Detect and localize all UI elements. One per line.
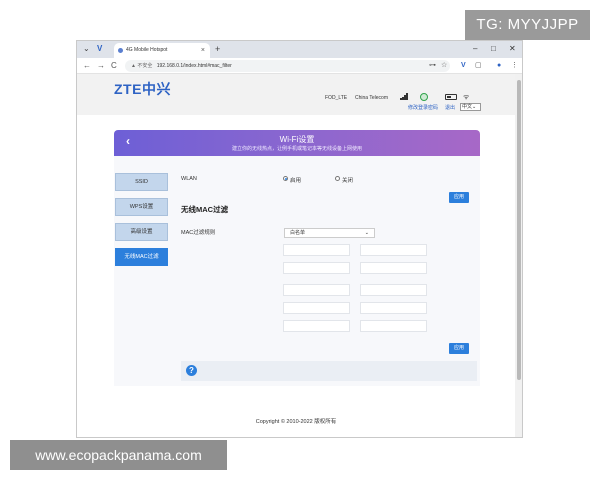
help-bar: ? (181, 361, 477, 381)
mac-address-input[interactable] (283, 262, 350, 274)
wlan-apply-button[interactable]: 应用 (449, 192, 469, 203)
extensions-puzzle-icon[interactable]: ▢ (475, 60, 482, 72)
insecure-warning[interactable]: ▲ 不安全 (131, 63, 152, 69)
page-subtitle: 建立你的无线热点，让例手机或笔记本等无线设备上网使用 (231, 146, 362, 152)
menu-item-advanced[interactable]: 高级设置 (115, 223, 168, 241)
key-icon[interactable]: ⊶ (429, 60, 436, 72)
reload-button[interactable]: C (111, 60, 117, 72)
mac-filter-rule-select[interactable]: 白名单 ⌄ (284, 228, 375, 238)
mac-filter-apply-button[interactable]: 应用 (449, 343, 469, 354)
page-viewport: ZTE中兴 FOD_LTE China Telecom ᯤ 修改登录密码 退出 … (77, 74, 515, 437)
tab-router[interactable]: 4G Mobile Hotspot × (114, 43, 210, 58)
wifi-settings-banner: ‹ Wi-Fi设置 建立你的无线热点，让例手机或笔记本等无线设备上网使用 (114, 130, 480, 156)
vpn-extension-icon[interactable]: V (97, 43, 102, 55)
mac-address-input[interactable] (360, 262, 427, 274)
url-input[interactable]: ▲ 不安全 192.168.0.1/index.html#mac_filter (125, 60, 450, 72)
tab-title: 4G Mobile Hotspot (126, 47, 168, 53)
wlan-enable-label[interactable]: 启用 (290, 176, 301, 184)
favicon-icon (118, 48, 123, 53)
url-text: 192.168.0.1/index.html#mac_filter (156, 63, 232, 69)
browser-window: ⌄ V 4G Mobile Hotspot × + – □ ✕ ← → C ▲ … (76, 40, 523, 438)
back-button[interactable]: ← (83, 60, 91, 72)
close-window-button[interactable]: ✕ (509, 43, 516, 55)
internet-globe-icon (420, 93, 428, 101)
wifi-icon: ᯤ (463, 94, 470, 101)
menu-item-mac-filter[interactable]: 无线MAC过滤 (115, 248, 168, 266)
mac-address-input[interactable] (283, 244, 350, 256)
network-name: FOD_LTE (325, 95, 348, 101)
battery-icon (445, 94, 457, 100)
mac-address-input[interactable] (283, 302, 350, 314)
mac-filter-section-title: 无线MAC过滤 (181, 205, 229, 214)
site-watermark: www.ecopackpanama.com (10, 440, 227, 470)
mac-address-input[interactable] (283, 320, 350, 332)
zte-logo: ZTE中兴 (114, 81, 171, 97)
mac-filter-rule-label: MAC过滤规则 (181, 230, 216, 236)
mac-address-input[interactable] (283, 284, 350, 296)
telegram-watermark: TG: MYYJJPP (465, 10, 590, 40)
copyright-footer: Copyright © 2010-2022 版权所有 (255, 419, 337, 425)
carrier-name: China Telecom (355, 95, 388, 101)
maximize-button[interactable]: □ (491, 43, 496, 55)
minimize-button[interactable]: – (473, 43, 477, 55)
wlan-disable-radio[interactable] (335, 176, 340, 181)
extension-icon[interactable]: V (461, 60, 466, 72)
new-tab-button[interactable]: + (215, 43, 220, 55)
tab-list-icon[interactable]: ⌄ (83, 43, 90, 55)
router-header: ZTE中兴 FOD_LTE China Telecom ᯤ 修改登录密码 退出 … (77, 74, 515, 115)
tab-close-icon[interactable]: × (201, 43, 205, 58)
mac-address-input[interactable] (360, 244, 427, 256)
scrollbar-thumb[interactable] (517, 80, 521, 380)
language-chevron-icon: ⌄ (472, 104, 477, 110)
mac-address-input[interactable] (360, 284, 427, 296)
browser-menu-icon[interactable]: ⋮ (511, 60, 518, 72)
wlan-enable-radio[interactable] (283, 176, 288, 181)
wlan-label: WLAN (181, 176, 197, 182)
mac-address-input[interactable] (360, 320, 427, 332)
mac-filter-rule-value: 白名单 (290, 230, 306, 236)
change-password-link[interactable]: 修改登录密码 (408, 104, 438, 111)
logout-link[interactable]: 退出 (445, 104, 455, 111)
mac-address-input[interactable] (360, 302, 427, 314)
address-bar-row: ← → C ▲ 不安全 192.168.0.1/index.html#mac_f… (77, 58, 522, 74)
forward-button[interactable]: → (97, 60, 105, 72)
page-title: Wi-Fi设置 (279, 135, 315, 144)
language-select[interactable]: 中文⌄ (460, 103, 481, 111)
help-icon[interactable]: ? (186, 365, 197, 376)
bookmark-star-icon[interactable]: ☆ (441, 60, 447, 72)
page-scrollbar[interactable] (515, 74, 522, 437)
signal-strength-icon (400, 93, 408, 100)
wlan-disable-label[interactable]: 关闭 (342, 176, 353, 184)
menu-item-wps[interactable]: WPS设置 (115, 198, 168, 216)
chevron-down-icon: ⌄ (364, 230, 369, 236)
tab-strip: ⌄ V 4G Mobile Hotspot × + – □ ✕ (77, 41, 522, 58)
profile-icon[interactable]: ● (497, 60, 501, 72)
screenshot-stage: TG: MYYJJPP ⌄ V 4G Mobile Hotspot × + – … (0, 0, 600, 480)
menu-item-ssid[interactable]: SSID (115, 173, 168, 191)
